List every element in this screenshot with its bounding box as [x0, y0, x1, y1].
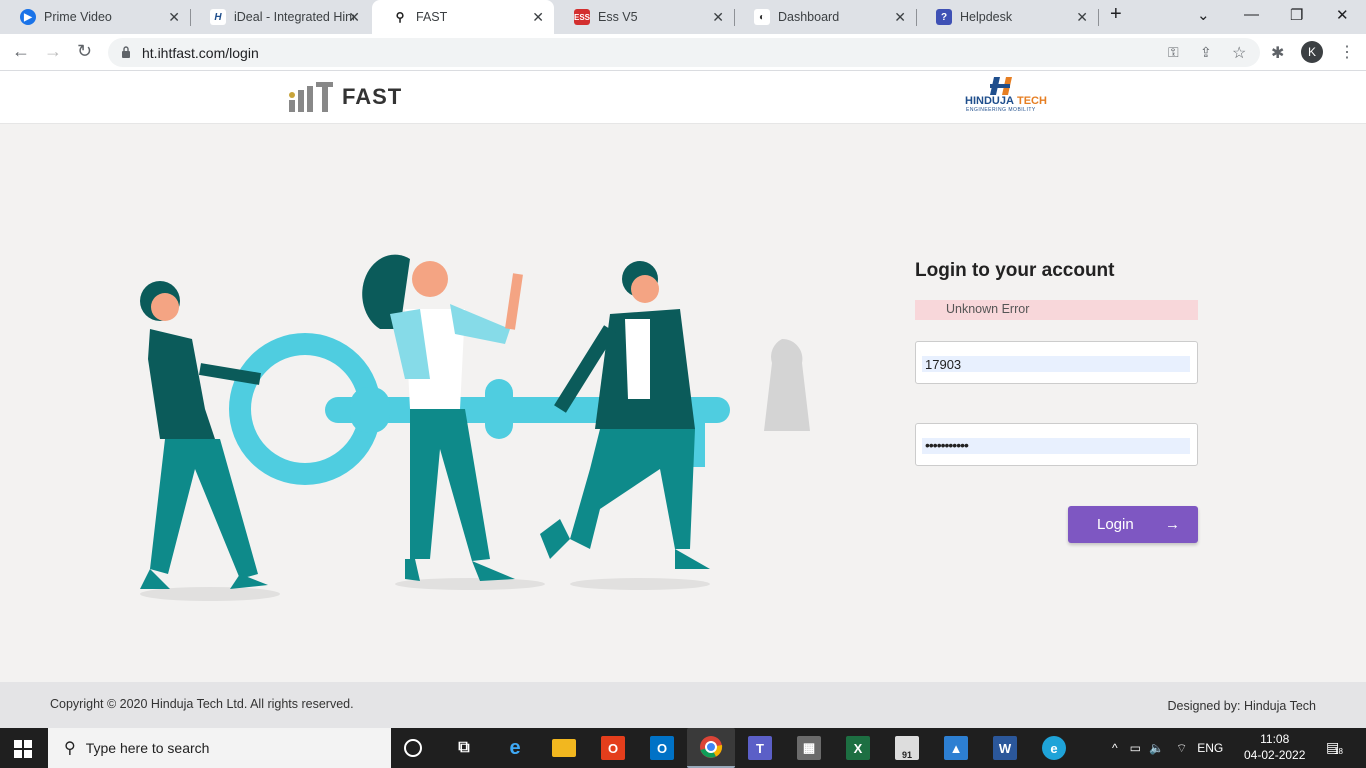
team-key-illustration: [140, 254, 810, 601]
windows-taskbar: ⚲ Type here to search ⧉ e O O T ▦ X 91 ▲…: [0, 728, 1366, 768]
partner-name-b: TECH: [1016, 95, 1047, 107]
tab-title: Ess V5: [598, 10, 638, 24]
designed-by-text: Designed by: Hinduja Tech: [1167, 699, 1316, 713]
chrome-icon: [700, 736, 723, 758]
office-icon[interactable]: O: [601, 736, 625, 760]
password-field[interactable]: •••••••••••: [915, 423, 1198, 466]
share-icon[interactable]: ⇪: [1200, 44, 1212, 61]
address-bar[interactable]: ht.ihtfast.com/login ⚿ ⇪ ☆: [108, 38, 1260, 67]
prime-video-icon: ▶: [20, 9, 36, 25]
app-header: FAST HINDUJA TECH ENGINEERING MOBILITY: [0, 71, 1366, 124]
reload-icon[interactable]: ↻: [77, 41, 92, 62]
minimize-button[interactable]: —: [1244, 6, 1259, 23]
tab-helpdesk[interactable]: ? Helpdesk ✕: [916, 0, 1098, 34]
login-button-label: Login: [1097, 516, 1134, 533]
language-indicator[interactable]: ENG: [1197, 741, 1223, 755]
notifications-icon[interactable]: ▤ 18: [1326, 739, 1344, 757]
brand-logo[interactable]: FAST: [288, 81, 402, 113]
login-page: Login to your account Unknown Error 1790…: [0, 124, 1366, 682]
tab-ess[interactable]: ESS Ess V5 ✕: [554, 0, 734, 34]
volume-icon[interactable]: 🔈: [1149, 741, 1164, 755]
autofill-highlight: [922, 356, 1190, 372]
partner-name: HINDUJA TECH: [965, 95, 1047, 107]
dashboard-icon: ◐: [754, 9, 770, 25]
notification-count: 18: [1334, 747, 1343, 756]
wifi-icon[interactable]: ⌔: [1176, 741, 1187, 756]
error-alert: Unknown Error: [915, 300, 1198, 320]
lock-icon: [122, 46, 130, 58]
restore-button[interactable]: ❐: [1290, 6, 1303, 24]
password-value: •••••••••••: [925, 437, 969, 453]
close-window-button[interactable]: ✕: [1336, 6, 1349, 24]
browser-toolbar: ← → ↻ ht.ihtfast.com/login ⚿ ⇪ ☆ ✱ K ⋮: [0, 34, 1366, 71]
hinduja-icon: H: [210, 9, 226, 25]
browser-tab-strip: ▶ Prime Video ✕ H iDeal - Integrated Hin…: [0, 0, 1366, 34]
brand-name: FAST: [342, 84, 403, 109]
fast-icon: ⚲: [392, 9, 408, 25]
username-value: 17903: [925, 357, 962, 372]
tab-fast[interactable]: ⚲ FAST ✕: [372, 0, 554, 34]
windows-start-icon[interactable]: [14, 740, 32, 758]
tab-title: iDeal - Integrated Hind: [234, 10, 354, 24]
menu-icon[interactable]: ⋮: [1339, 42, 1355, 62]
system-tray: ^ ▭ 🔈 ⌔ ENG: [1112, 728, 1223, 768]
extensions-icon[interactable]: ✱: [1271, 43, 1284, 63]
tab-dashboard[interactable]: ◐ Dashboard ✕: [734, 0, 916, 34]
tab-title: FAST: [416, 10, 448, 24]
excel-icon[interactable]: X: [846, 736, 870, 760]
battery-icon[interactable]: ▭: [1130, 741, 1141, 755]
file-explorer-icon[interactable]: [552, 739, 576, 757]
partner-tagline: ENGINEERING MOBILITY: [966, 107, 1036, 113]
clock-date: 04-02-2022: [1244, 748, 1306, 762]
search-placeholder: Type here to search: [85, 740, 210, 756]
close-icon[interactable]: ✕: [348, 9, 360, 26]
copyright-text: Copyright © 2020 Hinduja Tech Ltd. All r…: [50, 697, 354, 711]
clock[interactable]: 11:08 04-02-2022: [1244, 731, 1305, 763]
bookmark-star-icon[interactable]: ☆: [1232, 43, 1246, 63]
chevron-up-icon[interactable]: ^: [1112, 741, 1118, 755]
profile-avatar[interactable]: K: [1301, 41, 1323, 63]
taskbar-search[interactable]: ⚲ Type here to search: [48, 728, 391, 768]
tab-title: Prime Video: [44, 10, 112, 24]
partner-name-a: HINDUJA: [965, 95, 1014, 107]
task-view-icon[interactable]: ⧉: [452, 736, 476, 760]
cortana-icon[interactable]: [404, 739, 422, 757]
teams-icon[interactable]: T: [748, 736, 772, 760]
tab-title: Dashboard: [778, 10, 840, 24]
chrome-taskbar-icon[interactable]: [687, 728, 735, 768]
word-icon[interactable]: W: [993, 736, 1017, 760]
username-field[interactable]: 17903: [915, 341, 1198, 384]
close-icon[interactable]: ✕: [532, 9, 544, 26]
close-icon[interactable]: ✕: [168, 9, 180, 26]
close-icon[interactable]: ✕: [894, 9, 906, 26]
forward-icon[interactable]: →: [44, 41, 62, 62]
clock-time: 11:08: [1260, 732, 1290, 746]
login-title: Login to your account: [915, 260, 1115, 281]
iht-logo-icon: [289, 82, 333, 112]
ess-icon: ESS: [574, 9, 590, 25]
tab-prime-video[interactable]: ▶ Prime Video ✕: [0, 0, 190, 34]
tab-ideal[interactable]: H iDeal - Integrated Hind ✕: [190, 0, 370, 34]
outlook-icon[interactable]: O: [650, 736, 674, 760]
back-icon[interactable]: ←: [12, 41, 30, 62]
photos-icon[interactable]: ▲: [944, 736, 968, 760]
arrow-right-icon: →: [1165, 516, 1180, 533]
search-icon: ⚲: [64, 740, 76, 757]
tab-search-icon[interactable]: ⌄: [1197, 6, 1210, 24]
page-footer: Copyright © 2020 Hinduja Tech Ltd. All r…: [0, 682, 1366, 728]
login-button[interactable]: Login →: [1068, 506, 1198, 543]
close-icon[interactable]: ✕: [1076, 9, 1088, 26]
url-text: ht.ihtfast.com/login: [142, 45, 259, 61]
tab-title: Helpdesk: [960, 10, 1013, 24]
close-icon[interactable]: ✕: [712, 9, 724, 26]
tab-separator: [1098, 9, 1099, 26]
badge-count: 91: [901, 750, 912, 760]
sticky-badge-icon[interactable]: 91: [895, 736, 919, 760]
edge-legacy-icon[interactable]: e: [503, 736, 527, 760]
key-icon[interactable]: ⚿: [1168, 44, 1179, 61]
helpdesk-icon: ?: [936, 9, 952, 25]
calculator-icon[interactable]: ▦: [797, 736, 821, 760]
edge-icon[interactable]: e: [1042, 736, 1066, 760]
new-tab-button[interactable]: +: [1110, 3, 1122, 26]
